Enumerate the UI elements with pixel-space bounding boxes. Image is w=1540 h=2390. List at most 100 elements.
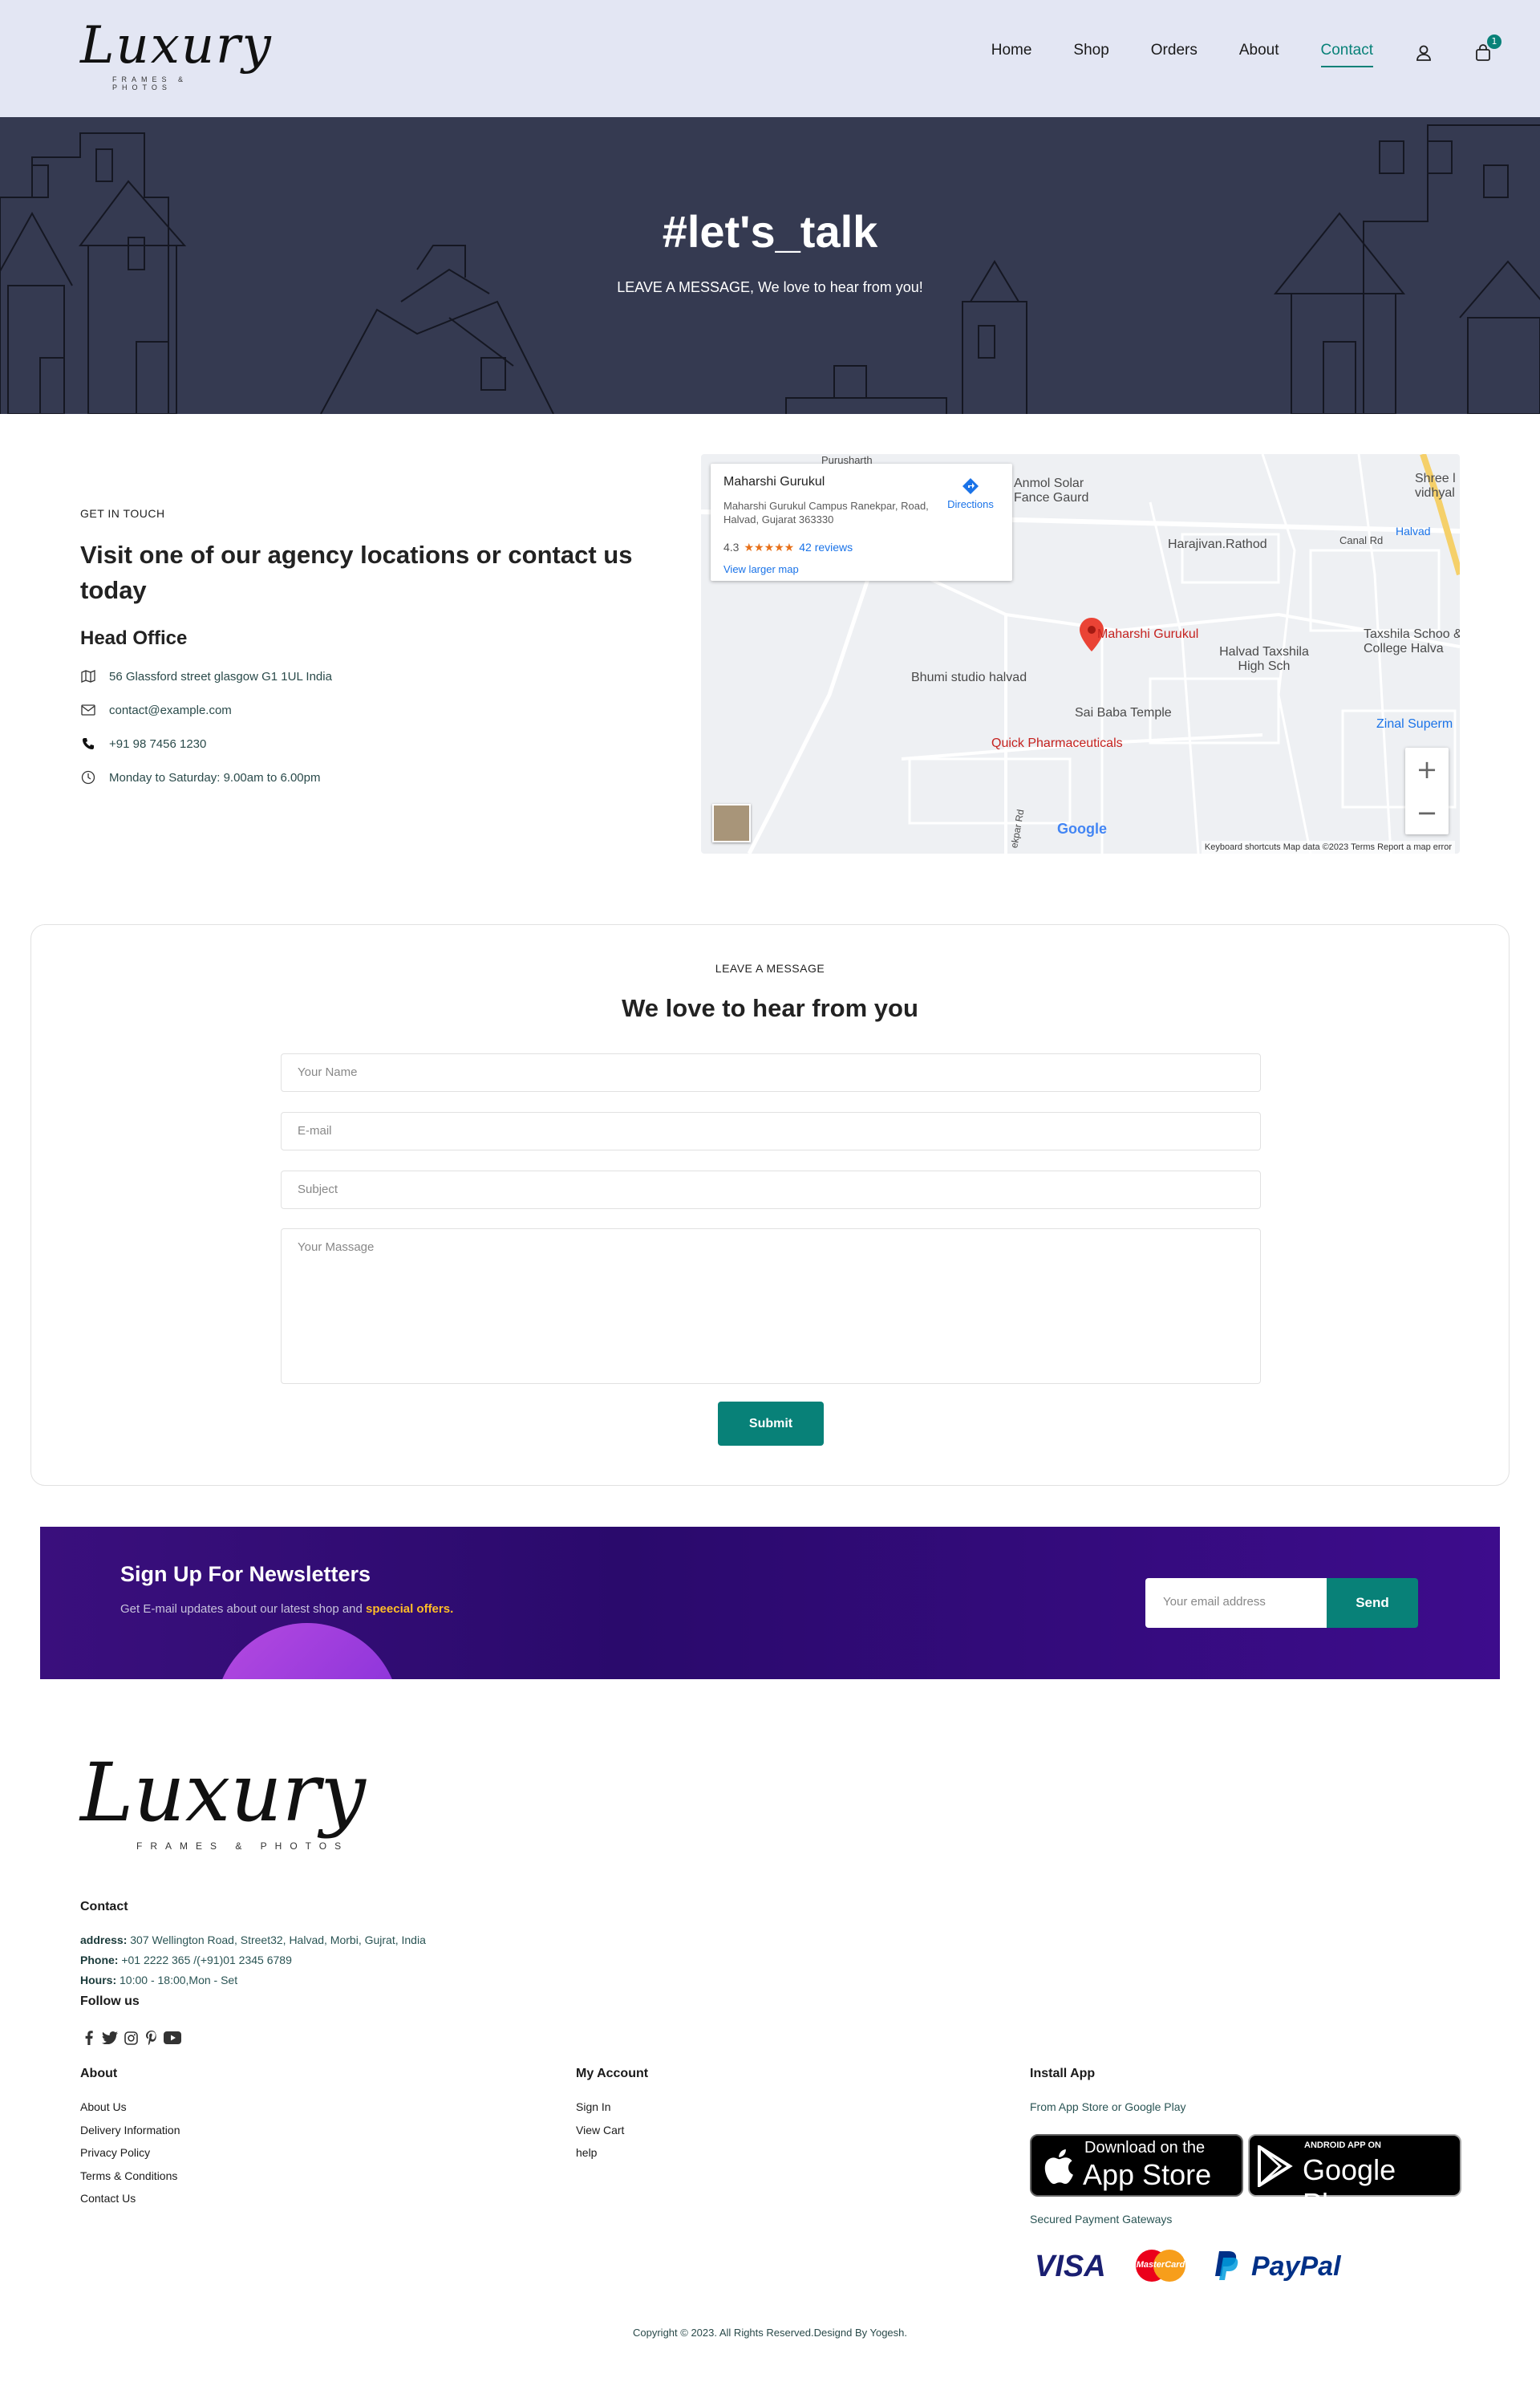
nav-orders[interactable]: Orders [1151, 42, 1198, 64]
facebook-icon[interactable] [80, 2030, 98, 2046]
pinterest-icon[interactable] [143, 2030, 160, 2046]
hours-label: Hours: [80, 1974, 117, 1986]
hours-value: 10:00 - 18:00,Mon - Set [116, 1974, 238, 1986]
site-footer: Luxury FRAMES & PHOTOS Contact address: … [0, 1701, 1540, 2390]
newsletter-section: Sign Up For Newsletters Get E-mail updat… [40, 1527, 1500, 1679]
place-name: Maharshi Gurukul [723, 475, 825, 489]
email-item: contact@example.com [80, 693, 332, 727]
footer-hours: Hours: 10:00 - 18:00,Mon - Set [80, 1974, 237, 1986]
instagram-icon[interactable] [122, 2030, 140, 2046]
form-title: We love to hear from you [622, 994, 918, 1022]
hero-title: #let's_talk [662, 206, 878, 257]
footer-logo-subtitle: FRAMES & PHOTOS [136, 1840, 350, 1852]
directions-label: Directions [947, 498, 994, 510]
copyright-text: Copyright © 2023. All Rights Reserved.De… [633, 2327, 907, 2339]
view-larger-map-link[interactable]: View larger map [723, 563, 799, 575]
about-links: About Us Delivery Information Privacy Po… [80, 2100, 180, 2215]
cart-icon[interactable]: 1 [1474, 34, 1502, 62]
follow-us-title: Follow us [80, 1994, 140, 2008]
map-satellite-toggle[interactable] [712, 804, 751, 842]
terms-link[interactable]: Terms & Conditions [80, 2169, 180, 2193]
footer-logo-text: Luxury [80, 1746, 366, 1840]
nav-contact[interactable]: Contact [1320, 42, 1374, 67]
rating-stars: ★★★★★ [744, 541, 795, 554]
address-label: address: [80, 1934, 128, 1946]
zoom-out-button[interactable]: − [1405, 791, 1449, 834]
paypal-text: PayPal [1251, 2251, 1341, 2282]
youtube-icon[interactable] [164, 2030, 181, 2046]
castle-sketch-illustration [0, 124, 1540, 414]
user-icon[interactable] [1415, 44, 1433, 62]
social-links [80, 2030, 184, 2046]
contact-info-list: 56 Glassford street glasgow G1 1UL India… [80, 659, 332, 794]
google-map[interactable]: Purusharth Anmol Solar Fance Gaurd Haraj… [701, 454, 1460, 854]
google-play-big-text: Google Play [1303, 2153, 1396, 2220]
nav-shop[interactable]: Shop [1073, 42, 1108, 64]
submit-button[interactable]: Submit [718, 1402, 824, 1446]
cart-count-badge: 1 [1487, 34, 1502, 49]
twitter-icon[interactable] [101, 2030, 119, 2046]
map-marker-label: Maharshi Gurukul [1097, 627, 1199, 641]
google-play-small-text: ANDROID APP ON [1304, 2140, 1381, 2150]
site-header: Luxury FRAMES & PHOTOS Home Shop Orders … [0, 0, 1540, 117]
directions-button[interactable]: Directions [946, 477, 995, 510]
directions-icon [962, 478, 979, 494]
contact-us-link[interactable]: Contact Us [80, 2192, 180, 2215]
paypal-icon [1215, 2251, 1238, 2280]
contact-form: LEAVE A MESSAGE We love to hear from you… [30, 924, 1510, 1486]
google-logo: Google [1057, 821, 1107, 837]
rating-value: 4.3 [723, 541, 740, 554]
sign-in-link[interactable]: Sign In [576, 2100, 624, 2124]
map-icon [80, 668, 96, 684]
payment-text: Secured Payment Gateways [1030, 2213, 1173, 2226]
account-links: Sign In View Cart help [576, 2100, 624, 2169]
logo[interactable]: Luxury FRAMES & PHOTOS [80, 16, 273, 91]
logo-text: Luxury [80, 16, 273, 75]
phone-label: Phone: [80, 1954, 119, 1966]
hours-text: Monday to Saturday: 9.00am to 6.00pm [109, 770, 321, 785]
email-input[interactable]: E-mail [281, 1112, 1261, 1150]
form-eyebrow: LEAVE A MESSAGE [715, 962, 825, 975]
about-us-link[interactable]: About Us [80, 2100, 180, 2124]
view-cart-link[interactable]: View Cart [576, 2124, 624, 2147]
visa-logo: VISA [1035, 2250, 1106, 2283]
map-footer[interactable]: Keyboard shortcuts Map data ©2023 Terms … [1201, 841, 1455, 854]
map-label: Zinal Superm [1376, 717, 1453, 731]
phone-text: +91 98 7456 1230 [109, 736, 207, 751]
newsletter-text: Get E-mail updates about our latest shop… [120, 1602, 453, 1616]
footer-logo[interactable]: Luxury FRAMES & PHOTOS [80, 1746, 366, 1869]
reviews-link[interactable]: 42 reviews [799, 541, 853, 554]
zoom-in-button[interactable]: + [1405, 748, 1449, 791]
address-value: 307 Wellington Road, Street32, Halvad, M… [127, 1934, 426, 1946]
clock-icon [80, 769, 96, 785]
privacy-policy-link[interactable]: Privacy Policy [80, 2146, 180, 2169]
mastercard-text: MasterCard [1136, 2260, 1185, 2270]
help-link[interactable]: help [576, 2146, 624, 2169]
address-text: 56 Glassford street glasgow G1 1UL India [109, 669, 332, 684]
message-textarea[interactable]: Your Massage [281, 1228, 1261, 1384]
nav-about[interactable]: About [1239, 42, 1279, 64]
newsletter-email-input[interactable]: Your email address [1145, 1578, 1327, 1628]
hero-subtitle: LEAVE A MESSAGE, We love to hear from yo… [617, 279, 923, 295]
delivery-info-link[interactable]: Delivery Information [80, 2124, 180, 2147]
my-account-title: My Account [576, 2067, 649, 2080]
name-input[interactable]: Your Name [281, 1053, 1261, 1092]
subject-input[interactable]: Subject [281, 1171, 1261, 1209]
map-zoom-controls: + − [1405, 748, 1449, 834]
google-play-badge[interactable]: ANDROID APP ON Google Play [1248, 2134, 1461, 2220]
map-label: Quick Pharmaceuticals [991, 736, 1123, 750]
mastercard-logo: MasterCard [1133, 2248, 1189, 2283]
newsletter-send-button[interactable]: Send [1327, 1578, 1418, 1628]
email-text[interactable]: contact@example.com [109, 704, 232, 717]
about-title: About [80, 2067, 118, 2080]
phone-value: +01 2222 365 /(+91)01 2345 6789 [118, 1954, 292, 1966]
nav-home[interactable]: Home [991, 42, 1032, 64]
app-store-badge[interactable]: Download on the App Store [1030, 2134, 1243, 2197]
map-label: Sai Baba Temple [1075, 706, 1172, 720]
install-app-title: Install App [1030, 2067, 1096, 2080]
phone-item: +91 98 7456 1230 [80, 727, 332, 761]
map-label: Anmol Solar Fance Gaurd [1014, 477, 1089, 505]
newsletter-title: Sign Up For Newsletters [120, 1562, 371, 1586]
address-item: 56 Glassford street glasgow G1 1UL India [80, 659, 332, 693]
contact-eyebrow: GET IN TOUCH [80, 507, 165, 520]
